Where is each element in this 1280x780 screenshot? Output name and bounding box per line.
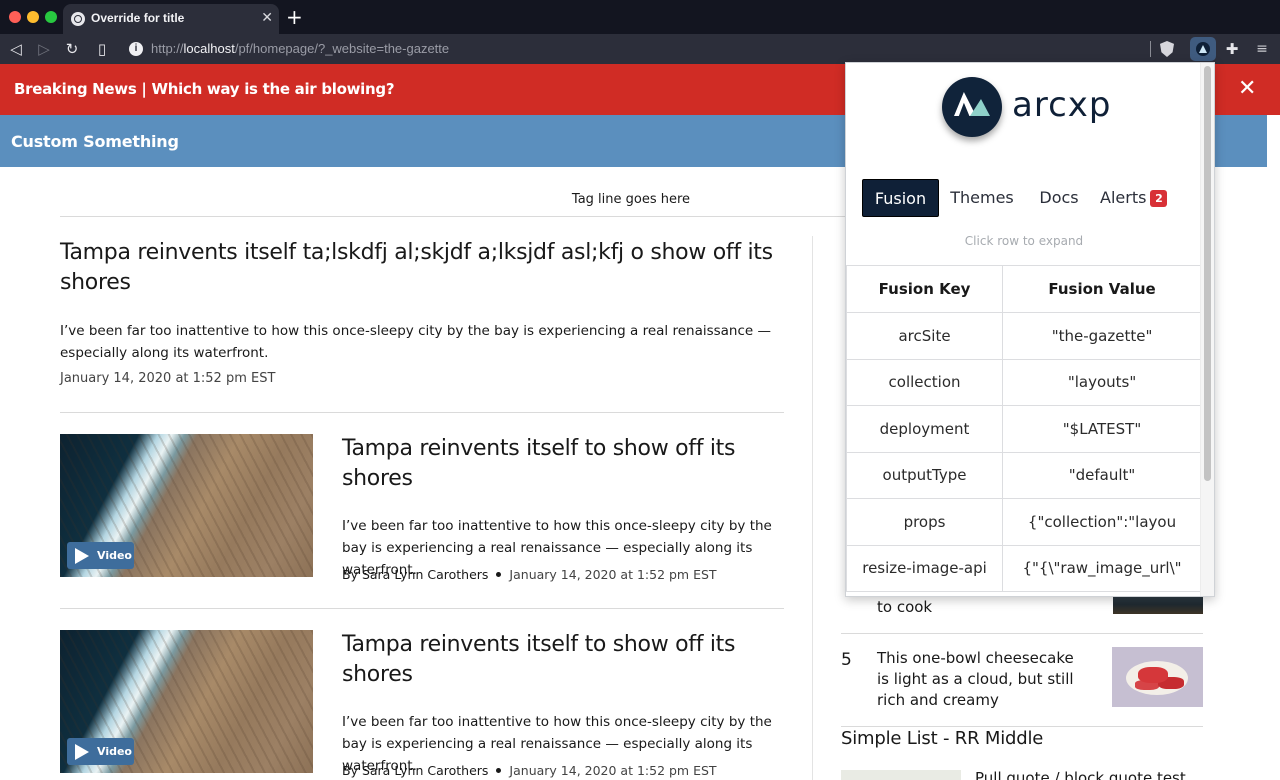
table-row[interactable]: deployment "$LATEST" xyxy=(846,405,1202,453)
rr-item-number: 5 xyxy=(841,650,852,670)
address-bar-divider xyxy=(1150,41,1151,57)
column-divider xyxy=(812,236,813,780)
table-row[interactable]: collection "layouts" xyxy=(846,358,1202,406)
maximize-window-button[interactable] xyxy=(45,11,57,23)
back-icon[interactable]: ◁ xyxy=(6,39,26,59)
play-icon xyxy=(75,744,89,760)
lead-story-title[interactable]: Tampa reinvents itself ta;lskdfj al;skjd… xyxy=(60,238,785,298)
story-title[interactable]: Tampa reinvents itself to show off its s… xyxy=(342,434,762,494)
site-title[interactable]: Custom Something xyxy=(11,132,179,151)
column-header-value: Fusion Value xyxy=(1002,265,1202,313)
fusion-value-cell: "default" xyxy=(1002,451,1202,499)
table-header-row: Fusion Key Fusion Value xyxy=(846,265,1202,313)
bookmark-icon[interactable]: ▯ xyxy=(92,39,112,59)
browser-tab-bar: Override for title ✕ + xyxy=(0,0,1280,34)
fusion-key-cell: outputType xyxy=(846,451,1004,499)
story-date: January 14, 2020 at 1:52 pm EST xyxy=(509,763,717,778)
story-image[interactable]: Video xyxy=(60,434,313,577)
globe-icon xyxy=(71,12,85,26)
fusion-key-cell: arcSite xyxy=(846,312,1004,360)
video-label: Video xyxy=(97,549,132,562)
story-meta: By Sara Lynn Carothers January 14, 2020 a… xyxy=(342,763,717,778)
simple-list-item-title[interactable]: Pull quote / block quote test xyxy=(975,768,1186,780)
video-label: Video xyxy=(97,745,132,758)
simple-list-heading: Simple List - RR Middle xyxy=(841,728,1044,749)
popup-scrollbar[interactable] xyxy=(1200,63,1214,596)
browser-toolbar: ◁ ▷ ↻ ▯ i http://localhost/pf/homepage/?… xyxy=(0,34,1280,64)
breaking-news-text[interactable]: Breaking News | Which way is the air blo… xyxy=(14,80,395,98)
tab-themes[interactable]: Themes xyxy=(946,179,1018,217)
fusion-key-cell: collection xyxy=(846,358,1004,406)
table-row[interactable]: resize-image-api {"{\"raw_image_url\" xyxy=(846,544,1202,592)
rr-item-thumbnail[interactable] xyxy=(1112,647,1203,707)
extensions-puzzle-icon[interactable]: ✚ xyxy=(1222,39,1242,59)
simple-list-thumbnail[interactable] xyxy=(841,770,961,780)
story-image[interactable]: Video xyxy=(60,630,313,773)
bullet-separator xyxy=(496,768,502,773)
table-hint: Click row to expand xyxy=(964,234,1084,248)
fusion-table: Fusion Key Fusion Value arcSite "the-gaz… xyxy=(846,265,1202,592)
fusion-value-cell: "the-gazette" xyxy=(1002,312,1202,360)
play-icon xyxy=(75,548,89,564)
divider xyxy=(841,633,1203,634)
bullet-separator xyxy=(496,572,502,577)
popup-scrollbar-thumb[interactable] xyxy=(1204,66,1211,481)
minimize-window-button[interactable] xyxy=(27,11,39,23)
arcxp-extension-icon[interactable] xyxy=(1190,37,1216,61)
column-header-key: Fusion Key xyxy=(846,265,1004,313)
story-meta: By Sara Lynn Carothers January 14, 2020 a… xyxy=(342,567,717,582)
alerts-count-badge: 2 xyxy=(1150,190,1168,207)
story-byline[interactable]: By Sara Lynn Carothers xyxy=(342,763,488,778)
tab-title: Override for title xyxy=(91,11,185,25)
video-badge[interactable]: Video xyxy=(67,542,134,569)
rr-item-title[interactable]: to cook xyxy=(877,597,932,618)
browser-tab[interactable]: Override for title ✕ xyxy=(63,4,279,34)
story-card: Video Tampa reinvents itself to show off… xyxy=(60,434,784,594)
url-path: /pf/homepage/?_website=the-gazette xyxy=(234,41,450,56)
tab-fusion[interactable]: Fusion xyxy=(862,179,939,217)
story-card: Video Tampa reinvents itself to show off… xyxy=(60,630,784,780)
reload-icon[interactable]: ↻ xyxy=(62,39,82,59)
fusion-key-cell: deployment xyxy=(846,405,1004,453)
lead-story-date: January 14, 2020 at 1:52 pm EST xyxy=(60,371,276,386)
fusion-value-cell: {"{\"raw_image_url\" xyxy=(1002,544,1202,592)
new-tab-button[interactable]: + xyxy=(286,6,303,28)
url-scheme: http:// xyxy=(151,41,184,56)
forward-icon[interactable]: ▷ xyxy=(34,39,54,59)
tab-close-icon[interactable]: ✕ xyxy=(261,9,273,27)
fusion-value-cell: "layouts" xyxy=(1002,358,1202,406)
lead-story-description: I’ve been far too inattentive to how thi… xyxy=(60,323,772,361)
story-date: January 14, 2020 at 1:52 pm EST xyxy=(509,567,717,582)
fusion-value-cell: "$LATEST" xyxy=(1002,405,1202,453)
divider xyxy=(60,608,784,609)
fusion-key-cell: props xyxy=(846,498,1004,546)
story-title[interactable]: Tampa reinvents itself to show off its s… xyxy=(342,630,762,690)
divider xyxy=(60,412,784,413)
table-row[interactable]: props {"collection":"layou xyxy=(846,498,1202,546)
browser-menu-icon[interactable]: ≡ xyxy=(1256,41,1268,57)
fusion-key-cell: resize-image-api xyxy=(846,544,1004,592)
close-icon[interactable]: ✕ xyxy=(1238,76,1256,102)
arcxp-logo-icon xyxy=(942,77,1002,137)
tab-docs[interactable]: Docs xyxy=(1030,179,1088,217)
address-bar[interactable]: http://localhost/pf/homepage/?_website=t… xyxy=(151,41,449,56)
brave-shield-icon[interactable] xyxy=(1160,41,1174,57)
table-row[interactable]: arcSite "the-gazette" xyxy=(846,312,1202,360)
video-badge[interactable]: Video xyxy=(67,738,134,765)
story-byline[interactable]: By Sara Lynn Carothers xyxy=(342,567,488,582)
tab-alerts-label: Alerts xyxy=(1100,188,1147,207)
rr-item-title[interactable]: This one-bowl cheesecake is light as a c… xyxy=(877,648,1087,711)
url-host: localhost xyxy=(183,41,235,56)
close-window-button[interactable] xyxy=(9,11,21,23)
tab-alerts[interactable]: Alerts 2 xyxy=(1100,179,1172,217)
table-row[interactable]: outputType "default" xyxy=(846,451,1202,499)
site-info-icon[interactable]: i xyxy=(129,42,143,56)
fusion-value-cell: {"collection":"layou xyxy=(1002,498,1202,546)
arcxp-logo-text: arcxp xyxy=(1012,85,1112,125)
arcxp-extension-popup: arcxp Fusion Themes Docs Alerts 2 Click r… xyxy=(845,62,1215,597)
